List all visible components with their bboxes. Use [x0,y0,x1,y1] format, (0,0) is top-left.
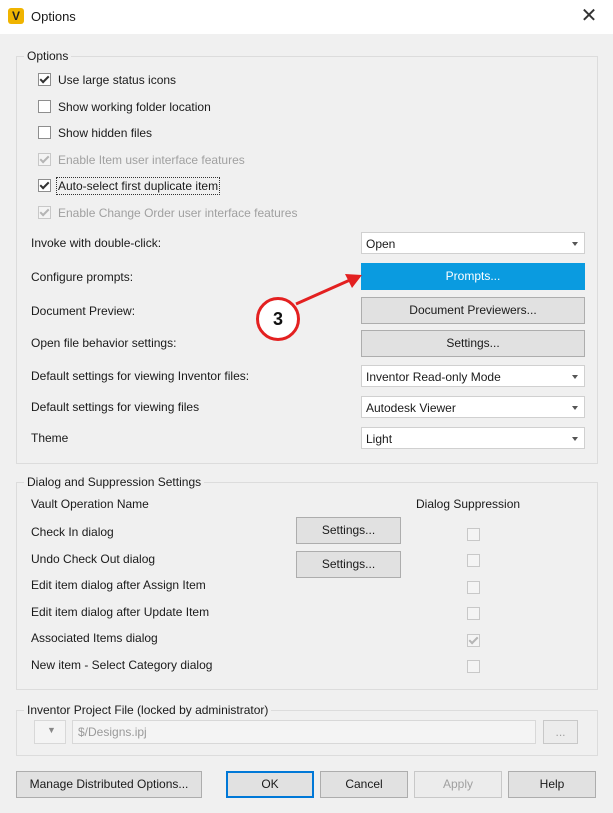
edit-item-update-suppression-checkbox [467,607,480,620]
step-callout-badge: 3 [256,297,300,341]
project-file-input: $/Designs.ipj [72,720,536,744]
inventor-project-group-label: Inventor Project File (locked by adminis… [24,703,272,717]
callout-arrow [295,274,362,306]
undo-check-out-dialog-label: Undo Check Out dialog [31,552,156,566]
new-item-category-suppression-checkbox [467,660,480,673]
check-in-dialog-label: Check In dialog [31,525,114,539]
show-hidden-files-checkbox[interactable] [38,126,51,139]
ok-button[interactable]: OK [226,771,314,798]
enable-item-ui-checkbox [38,153,51,166]
enable-change-order-checkbox [38,206,51,219]
help-button[interactable]: Help [508,771,596,798]
enable-change-order-label: Enable Change Order user interface featu… [58,206,298,220]
document-previewers-button[interactable]: Document Previewers... [361,297,585,324]
document-preview-label: Document Preview: [31,304,136,318]
dialog-suppression-header: Dialog Suppression [416,497,521,511]
cancel-button[interactable]: Cancel [320,771,408,798]
undo-check-out-settings-button[interactable]: Settings... [296,551,401,578]
use-large-status-icons-checkbox[interactable] [38,73,51,86]
chevron-down-icon [572,242,578,246]
auto-select-duplicate-label: Auto-select first duplicate item [55,177,221,195]
project-browse-button: ... [543,720,578,744]
options-group-label: Options [24,49,72,63]
inventor-viewing-label: Default settings for viewing Inventor fi… [31,369,250,383]
show-working-folder-checkbox[interactable] [38,100,51,113]
edit-item-update-label: Edit item dialog after Update Item [31,605,210,619]
project-file-value: $/Designs.ipj [78,725,147,739]
configure-prompts-label: Configure prompts: [31,270,134,284]
theme-select[interactable]: Light [361,427,585,449]
theme-label: Theme [31,431,69,445]
chevron-down-icon: ▼ [47,725,56,735]
apply-button: Apply [414,771,502,798]
chevron-down-icon [572,375,578,379]
chevron-down-icon [572,437,578,441]
prompts-button[interactable]: Prompts... [361,263,585,290]
project-dropdown-button: ▼ [34,720,66,744]
show-hidden-files-label: Show hidden files [58,126,153,140]
inventor-viewing-value: Inventor Read-only Mode [366,370,501,384]
invoke-double-click-label: Invoke with double-click: [31,236,162,250]
files-viewing-label: Default settings for viewing files [31,400,200,414]
title-bar: V Options ✕ [0,0,613,34]
new-item-category-label: New item - Select Category dialog [31,658,213,672]
files-viewing-select[interactable]: Autodesk Viewer [361,396,585,418]
auto-select-duplicate-checkbox[interactable] [38,179,51,192]
vault-operation-name-header: Vault Operation Name [31,497,149,511]
edit-item-assign-suppression-checkbox [467,581,480,594]
vault-app-icon: V [8,8,24,24]
inventor-viewing-select[interactable]: Inventor Read-only Mode [361,365,585,387]
invoke-double-click-value: Open [366,237,396,251]
use-large-status-icons-label: Use large status icons [58,73,177,87]
associated-items-dialog-label: Associated Items dialog [31,631,158,645]
files-viewing-value: Autodesk Viewer [366,401,456,415]
undo-check-out-suppression-checkbox [467,554,480,567]
invoke-double-click-select[interactable]: Open [361,232,585,254]
close-icon[interactable]: ✕ [574,3,604,29]
chevron-down-icon [572,406,578,410]
open-file-behavior-settings-button[interactable]: Settings... [361,330,585,357]
dialog-suppression-group-label: Dialog and Suppression Settings [24,475,205,489]
window-title: Options [31,9,76,24]
theme-value: Light [366,432,393,446]
check-in-settings-button[interactable]: Settings... [296,517,401,544]
edit-item-assign-label: Edit item dialog after Assign Item [31,578,206,592]
open-file-behavior-label: Open file behavior settings: [31,336,177,350]
enable-item-ui-label: Enable Item user interface features [58,153,245,167]
associated-items-suppression-checkbox [467,634,480,647]
manage-distributed-options-button[interactable]: Manage Distributed Options... [16,771,202,798]
show-working-folder-label: Show working folder location [58,100,211,114]
check-in-suppression-checkbox [467,528,480,541]
